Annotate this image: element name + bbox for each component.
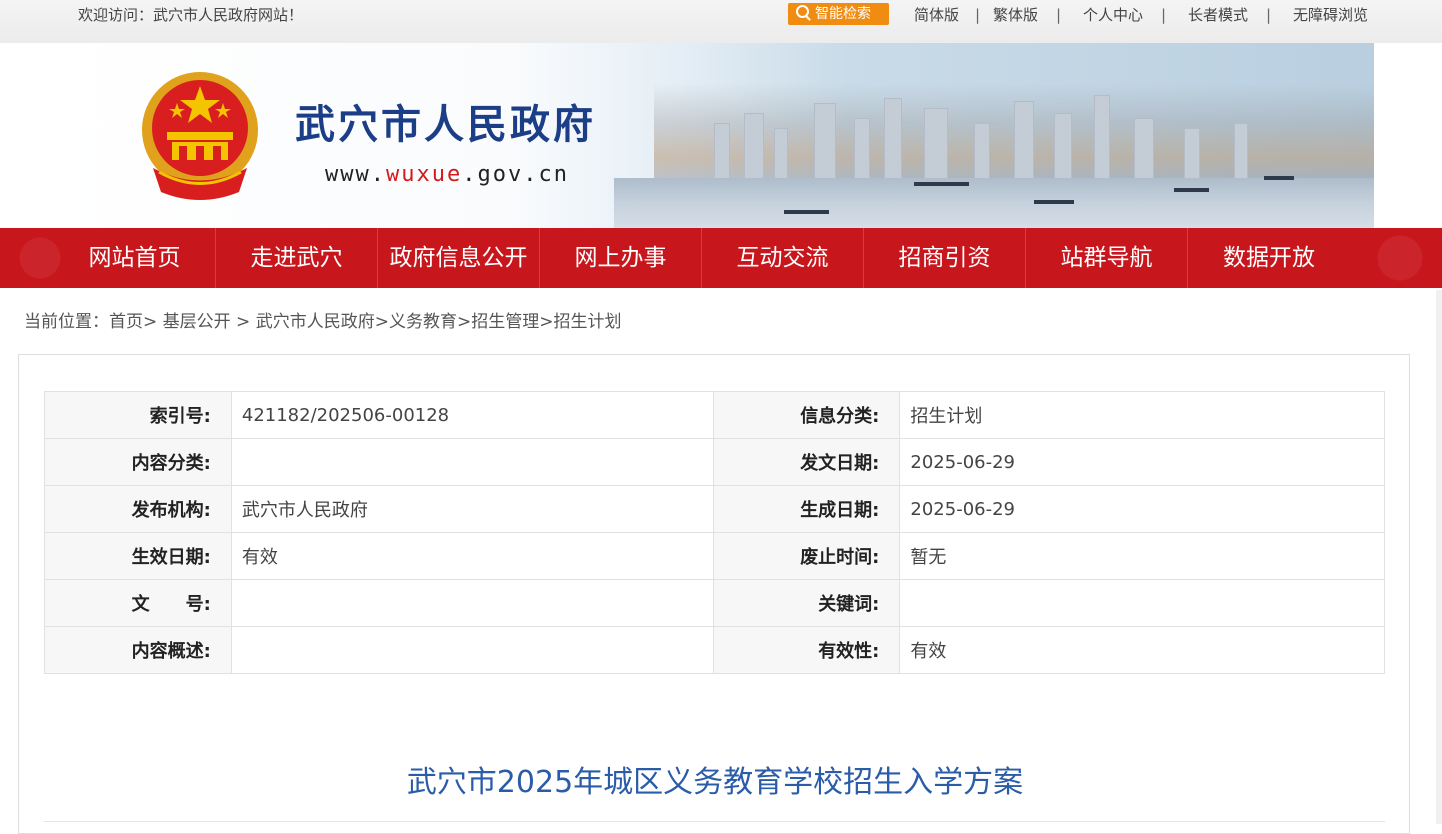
meta-label: 信息分类: xyxy=(712,391,901,439)
national-emblem-icon xyxy=(142,72,258,200)
nav-open-data[interactable]: 数据开放 xyxy=(1188,228,1350,288)
main-nav: 网站首页 走进武穴 政府信息公开 网上办事 互动交流 招商引资 站群导航 数据开… xyxy=(0,228,1442,288)
separator: | xyxy=(1266,6,1272,24)
document-title: 武穴市2025年城区义务教育学校招生入学方案 xyxy=(406,765,1024,800)
table-row: 发布机构: 武穴市人民政府 生成日期: 2025-06-29 xyxy=(44,485,1385,533)
meta-label: 有效性: xyxy=(712,626,901,674)
table-row: 生效日期: 有效 废止时间: 暂无 xyxy=(44,532,1385,580)
breadcrumb-education[interactable]: 义务教育 xyxy=(389,312,457,332)
breadcrumb-home[interactable]: 首页 xyxy=(109,312,143,332)
meta-value: 有效 xyxy=(899,626,1385,674)
site-url: www.wuxue.gov.cn xyxy=(325,162,569,187)
site-banner: 武穴市人民政府 www.wuxue.gov.cn xyxy=(54,43,1374,228)
meta-label: 文 号: xyxy=(44,579,232,627)
nav-site-group[interactable]: 站群导航 xyxy=(1026,228,1188,288)
meta-value: 招生计划 xyxy=(899,391,1385,439)
title-divider xyxy=(44,821,1385,822)
meta-label: 索引号: xyxy=(44,391,232,439)
smart-search-label: 智能检索 xyxy=(815,6,871,22)
nav-about-wuxue[interactable]: 走进武穴 xyxy=(216,228,378,288)
meta-value xyxy=(899,579,1385,627)
table-row: 文 号: 关键词: xyxy=(44,579,1385,627)
breadcrumb-grassroots[interactable]: 基层公开 xyxy=(163,312,231,332)
meta-value: 2025-06-29 xyxy=(899,438,1385,486)
link-accessibility[interactable]: 无障碍浏览 xyxy=(1293,5,1368,25)
meta-label: 生成日期: xyxy=(712,485,901,533)
meta-label: 关键词: xyxy=(712,579,901,627)
smart-search-button[interactable]: 智能检索 xyxy=(788,3,889,25)
nav-interaction[interactable]: 互动交流 xyxy=(702,228,864,288)
meta-label: 废止时间: xyxy=(712,532,901,580)
content-panel: 索引号: 421182/202506-00128 信息分类: 招生计划 内容分类: 发文日… xyxy=(18,354,1410,834)
separator: | xyxy=(975,6,981,24)
page-scrollbar[interactable] xyxy=(1436,290,1442,824)
link-elderly-mode[interactable]: 长者模式 xyxy=(1188,5,1248,25)
meta-value: 暂无 xyxy=(899,532,1385,580)
top-bar: 欢迎访问：武穴市人民政府网站！ 智能检索 简体版 | 繁体版 | 个人中心 | … xyxy=(0,0,1442,43)
meta-value xyxy=(230,438,714,486)
meta-label: 发布机构: xyxy=(44,485,232,533)
nav-online-services[interactable]: 网上办事 xyxy=(540,228,702,288)
link-personal-center[interactable]: 个人中心 xyxy=(1083,5,1143,25)
nav-investment[interactable]: 招商引资 xyxy=(864,228,1026,288)
nav-gov-info[interactable]: 政府信息公开 xyxy=(378,228,540,288)
meta-label: 生效日期: xyxy=(44,532,232,580)
table-row: 内容概述: 有效性: 有效 xyxy=(44,626,1385,674)
meta-value: 2025-06-29 xyxy=(899,485,1385,533)
search-icon xyxy=(796,5,809,18)
river-image xyxy=(614,176,1374,228)
meta-value xyxy=(230,579,714,627)
table-row: 索引号: 421182/202506-00128 信息分类: 招生计划 xyxy=(44,391,1385,439)
separator: | xyxy=(1056,6,1062,24)
meta-label: 内容概述: xyxy=(44,626,232,674)
link-simplified[interactable]: 简体版 xyxy=(914,5,959,25)
breadcrumb-enrollment[interactable]: 招生管理 xyxy=(471,312,539,332)
meta-value: 有效 xyxy=(230,532,714,580)
meta-value: 421182/202506-00128 xyxy=(230,391,714,439)
breadcrumb: 当前位置：首页> 基层公开 > 武穴市人民政府>义务教育>招生管理>招生计划 xyxy=(24,312,622,332)
separator: | xyxy=(1161,6,1167,24)
meta-value: 武穴市人民政府 xyxy=(230,485,714,533)
meta-label: 内容分类: xyxy=(44,438,232,486)
meta-value xyxy=(230,626,714,674)
welcome-text: 欢迎访问：武穴市人民政府网站！ xyxy=(78,6,304,24)
city-skyline-image xyxy=(654,83,1374,183)
table-row: 内容分类: 发文日期: 2025-06-29 xyxy=(44,438,1385,486)
link-traditional[interactable]: 繁体版 xyxy=(993,5,1038,25)
nav-home[interactable]: 网站首页 xyxy=(54,228,216,288)
breadcrumb-gov[interactable]: 武穴市人民政府 xyxy=(256,312,375,332)
breadcrumb-plan[interactable]: 招生计划 xyxy=(553,312,621,332)
meta-label: 发文日期: xyxy=(712,438,901,486)
document-metadata-table: 索引号: 421182/202506-00128 信息分类: 招生计划 内容分类: 发文日… xyxy=(44,391,1385,674)
site-title: 武穴市人民政府 xyxy=(295,101,596,148)
